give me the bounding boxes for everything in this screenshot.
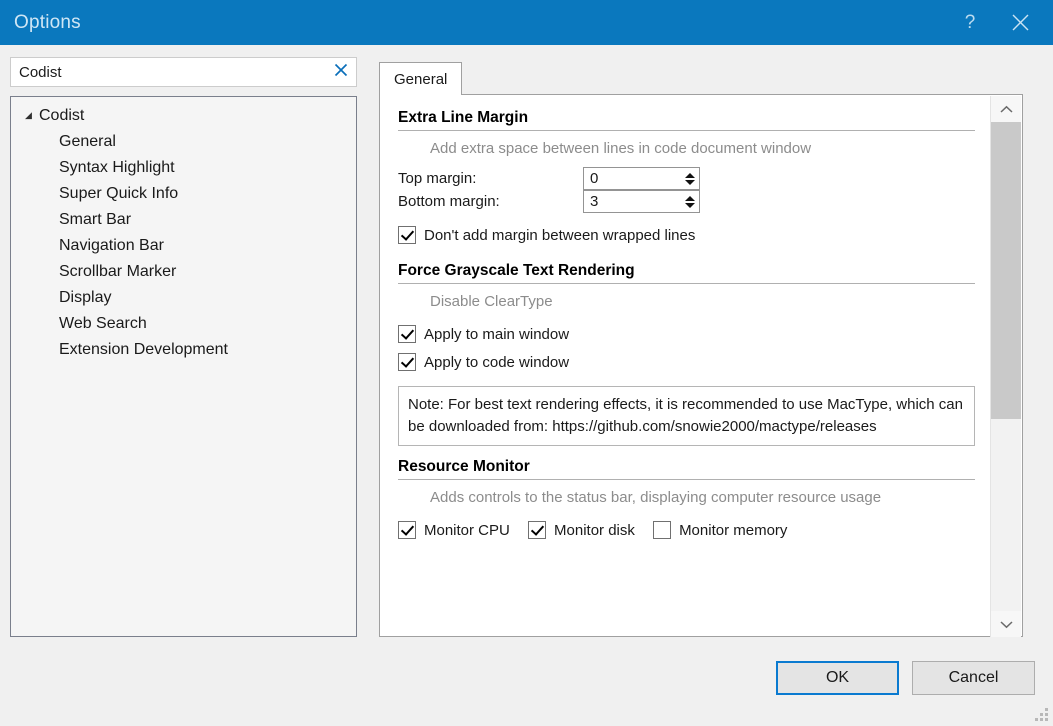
tree-item-codist[interactable]: ◢ Codist xyxy=(11,103,356,129)
checkbox-label: Apply to main window xyxy=(424,325,570,343)
checkbox-icon[interactable] xyxy=(398,325,416,343)
tab-strip: General xyxy=(379,62,1023,95)
tree-item-display[interactable]: Display xyxy=(11,285,356,311)
window-title: Options xyxy=(14,11,81,33)
top-margin-value: 0 xyxy=(590,170,599,187)
search-box[interactable] xyxy=(10,57,357,87)
section-description-force-grayscale: Disable ClearType xyxy=(430,293,553,310)
tree-item-label: Scrollbar Marker xyxy=(59,263,177,280)
section-title-force-grayscale: Force Grayscale Text Rendering xyxy=(398,262,975,284)
ok-button[interactable]: OK xyxy=(776,661,899,695)
close-button[interactable] xyxy=(997,0,1043,45)
section-title-extra-line-margin: Extra Line Margin xyxy=(398,109,975,131)
tree-item-label: Navigation Bar xyxy=(59,237,164,254)
top-margin-spinner-arrows[interactable] xyxy=(681,168,699,189)
bottom-margin-stepper[interactable]: 3 xyxy=(583,190,700,213)
tree-item-web-search[interactable]: Web Search xyxy=(11,311,356,337)
tree-item-label: Syntax Highlight xyxy=(59,159,175,176)
chevron-down-icon xyxy=(999,616,1013,633)
top-margin-stepper[interactable]: 0 xyxy=(583,167,700,190)
mactype-note: Note: For best text rendering effects, i… xyxy=(398,386,975,447)
tree-item-label: Extension Development xyxy=(59,341,228,358)
tree-item-label: Super Quick Info xyxy=(59,185,179,202)
tree-item-navigation-bar[interactable]: Navigation Bar xyxy=(11,233,356,259)
checkbox-label: Monitor memory xyxy=(679,521,788,539)
checkbox-label: Apply to code window xyxy=(424,353,570,371)
clear-x-icon xyxy=(334,63,348,81)
arrow-down-icon[interactable] xyxy=(685,202,695,208)
checkbox-monitor-cpu[interactable]: Monitor CPU xyxy=(398,516,510,544)
tree-item-scrollbar-marker[interactable]: Scrollbar Marker xyxy=(11,259,356,285)
checkbox-icon[interactable] xyxy=(528,521,547,540)
chevron-up-icon xyxy=(999,101,1013,118)
tree-item-smart-bar[interactable]: Smart Bar xyxy=(11,207,356,233)
scrollbar-track[interactable] xyxy=(991,122,1021,611)
checkbox-no-wrap-margin[interactable]: Don't add margin between wrapped lines xyxy=(398,221,975,249)
bottom-margin-value: 3 xyxy=(590,193,599,210)
dialog-footer: OK Cancel xyxy=(0,637,1053,726)
arrow-up-icon[interactable] xyxy=(685,195,695,201)
tree-item-label: Codist xyxy=(39,107,85,124)
help-button[interactable]: ? xyxy=(947,0,993,45)
checkbox-monitor-disk[interactable]: Monitor disk xyxy=(528,516,635,544)
checkbox-apply-code-window[interactable]: Apply to code window xyxy=(398,348,975,376)
ok-button-label: OK xyxy=(825,669,850,686)
checkbox-label: Monitor CPU xyxy=(424,521,510,539)
cancel-button-label: Cancel xyxy=(948,669,999,686)
section-title-resource-monitor: Resource Monitor xyxy=(398,458,975,481)
bottom-margin-label: Bottom margin: xyxy=(398,193,500,210)
checkbox-icon[interactable] xyxy=(398,226,416,244)
panel-scrollbar[interactable] xyxy=(990,96,1021,637)
resize-grip-icon[interactable] xyxy=(1035,708,1049,722)
tab-general[interactable]: General xyxy=(379,62,463,95)
bottom-margin-row: Bottom margin: 3 xyxy=(398,190,975,213)
tree-item-syntax-highlight[interactable]: Syntax Highlight xyxy=(11,155,356,181)
section-description-extra-line-margin: Add extra space between lines in code do… xyxy=(430,140,812,157)
scroll-down-button[interactable] xyxy=(991,611,1021,637)
settings-panel: Extra Line Margin Add extra space betwee… xyxy=(379,94,1023,637)
checkbox-monitor-memory[interactable]: Monitor memory xyxy=(653,516,787,544)
bottom-margin-spinner-arrows[interactable] xyxy=(681,191,699,212)
tree-item-label: General xyxy=(59,133,116,150)
checkbox-apply-main-window[interactable]: Apply to main window xyxy=(398,320,975,348)
expander-icon[interactable]: ◢ xyxy=(25,110,39,120)
top-margin-row: Top margin: 0 xyxy=(398,167,975,190)
section-description-resource-monitor: Adds controls to the status bar, display… xyxy=(430,489,882,507)
title-bar: Options ? xyxy=(0,0,1053,45)
clear-search-button[interactable] xyxy=(326,58,356,86)
scrollbar-thumb[interactable] xyxy=(991,122,1021,419)
question-mark-icon: ? xyxy=(964,11,976,33)
tree-item-label: Smart Bar xyxy=(59,211,132,228)
checkbox-label: Don't add margin between wrapped lines xyxy=(424,226,696,244)
checkbox-icon[interactable] xyxy=(398,353,416,371)
close-icon xyxy=(1011,13,1030,32)
cancel-button[interactable]: Cancel xyxy=(912,661,1035,695)
tab-label: General xyxy=(394,70,448,88)
settings-panel-content: Extra Line Margin Add extra space betwee… xyxy=(380,95,991,636)
tree-item-super-quick-info[interactable]: Super Quick Info xyxy=(11,181,356,207)
arrow-down-icon[interactable] xyxy=(685,179,695,185)
tree-item-label: Web Search xyxy=(59,315,147,332)
tree-item-label: Display xyxy=(59,289,112,306)
tree-item-extension-development[interactable]: Extension Development xyxy=(11,337,356,363)
checkbox-label: Monitor disk xyxy=(554,521,635,539)
tree-item-general[interactable]: General xyxy=(11,129,356,155)
checkbox-icon[interactable] xyxy=(398,521,416,540)
resource-monitor-checkbox-group: Monitor CPU Monitor disk Monitor memory xyxy=(398,516,975,544)
top-margin-label: Top margin: xyxy=(398,170,477,187)
arrow-up-icon[interactable] xyxy=(685,172,695,178)
search-input[interactable] xyxy=(11,58,326,86)
scroll-up-button[interactable] xyxy=(991,96,1021,122)
options-tree[interactable]: ◢ Codist General Syntax Highlight Super … xyxy=(10,96,357,637)
checkbox-icon[interactable] xyxy=(653,521,672,540)
